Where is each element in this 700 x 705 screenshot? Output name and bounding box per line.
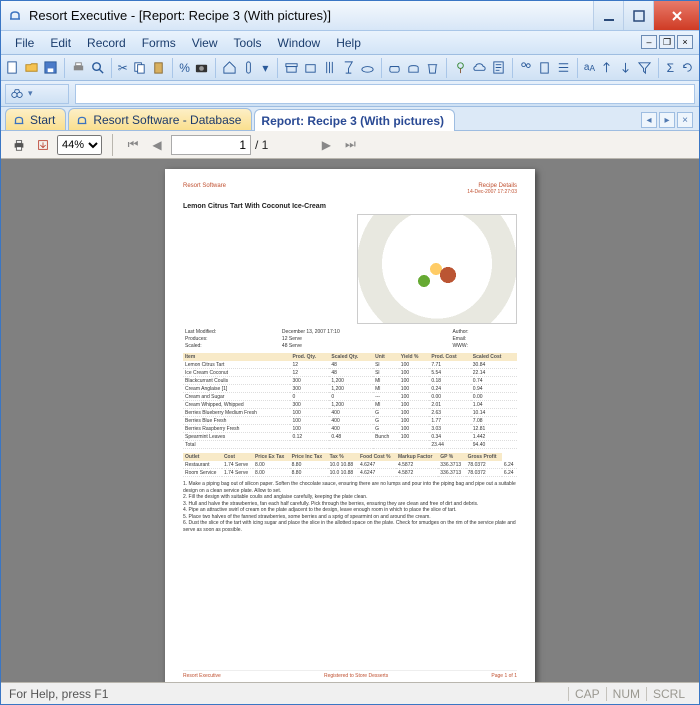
mdi-close[interactable]: × — [677, 35, 693, 49]
tab-label: Start — [30, 113, 55, 127]
report-viewport[interactable]: Resort Software Recipe Details 14-Dec-20… — [1, 159, 699, 682]
status-bar: For Help, press F1 CAP NUM SCRL — [1, 682, 699, 704]
menu-tools[interactable]: Tools — [226, 34, 270, 52]
main-toolbar: ✂ % ▾ aA Σ — [1, 55, 699, 81]
tab-database[interactable]: Resort Software - Database — [68, 108, 252, 130]
zoom-select[interactable]: 44% — [57, 135, 102, 155]
next-page-icon[interactable]: ▶ — [316, 135, 336, 155]
menu-view[interactable]: View — [184, 34, 226, 52]
mdi-minimize[interactable]: – — [641, 35, 657, 49]
note-icon[interactable] — [491, 58, 506, 78]
tab-start[interactable]: Start — [5, 108, 66, 130]
sort-desc-icon[interactable] — [618, 58, 633, 78]
print-icon[interactable] — [9, 135, 29, 155]
page-count-label: / 1 — [255, 138, 268, 152]
report-footer-left: Resort Executive — [183, 673, 221, 679]
close-button[interactable] — [653, 1, 699, 30]
tab-close-icon[interactable]: × — [677, 112, 693, 128]
num-indicator: NUM — [606, 687, 646, 701]
percent-icon[interactable]: % — [179, 58, 190, 78]
report-meta: Last Modified:December 13, 2007 17:10Aut… — [183, 328, 517, 349]
last-page-icon[interactable]: ⏭ — [340, 135, 360, 155]
recipe-photo — [357, 214, 517, 324]
binoculars-icon[interactable]: ▾ — [5, 84, 69, 104]
open-icon[interactable] — [24, 58, 39, 78]
mdi-window-controls: – ❐ × — [641, 35, 693, 49]
menu-file[interactable]: File — [7, 34, 42, 52]
archive-icon[interactable] — [284, 58, 299, 78]
menu-record[interactable]: Record — [79, 34, 134, 52]
new-icon[interactable] — [5, 58, 20, 78]
tab-nav: ◂ ▸ × — [641, 112, 693, 128]
menu-forms[interactable]: Forms — [134, 34, 184, 52]
sum-icon[interactable]: Σ — [665, 58, 676, 78]
cap-indicator: CAP — [568, 687, 606, 701]
refresh-icon[interactable] — [680, 58, 695, 78]
building-icon[interactable] — [537, 58, 552, 78]
page-number-input[interactable] — [171, 135, 251, 155]
mdi-restore[interactable]: ❐ — [659, 35, 675, 49]
prev-page-icon[interactable]: ◀ — [147, 135, 167, 155]
outlet-table: OutletCostPrice Ex TaxPrice Inc TaxTax %… — [183, 453, 517, 477]
search-toolbar: ▾ — [1, 81, 699, 107]
dropdown-icon[interactable]: ▾ — [260, 58, 271, 78]
menu-bar: File Edit Record Forms View Tools Window… — [1, 31, 699, 55]
font-size-icon[interactable]: aA — [584, 58, 595, 78]
report-footer-right: Page 1 of 1 — [491, 673, 517, 679]
bottle-icon[interactable] — [241, 58, 256, 78]
title-bar: Resort Executive - [Report: Recipe 3 (Wi… — [1, 1, 699, 31]
home-icon[interactable] — [222, 58, 237, 78]
report-page: Resort Software Recipe Details 14-Dec-20… — [165, 169, 535, 682]
plate-icon[interactable] — [360, 58, 375, 78]
export-icon[interactable] — [33, 135, 53, 155]
report-footer-mid: Registered to Store Desserts — [324, 673, 388, 679]
scrl-indicator: SCRL — [646, 687, 691, 701]
tab-report[interactable]: Report: Recipe 3 (With pictures) — [254, 109, 455, 131]
report-title: Lemon Citrus Tart With Coconut Ice-Cream — [183, 203, 517, 210]
search-input[interactable] — [75, 84, 695, 104]
hat-icon — [75, 113, 89, 127]
people-icon[interactable] — [518, 58, 533, 78]
menu-edit[interactable]: Edit — [42, 34, 79, 52]
copy-icon[interactable] — [132, 58, 147, 78]
maximize-button[interactable] — [623, 1, 653, 30]
cut-icon[interactable]: ✂ — [117, 58, 128, 78]
save-icon[interactable] — [43, 58, 58, 78]
glass-icon[interactable] — [341, 58, 356, 78]
filter-icon[interactable] — [637, 58, 652, 78]
tab-label: Resort Software - Database — [93, 113, 241, 127]
tab-prev-icon[interactable]: ◂ — [641, 112, 657, 128]
paste-icon[interactable] — [151, 58, 166, 78]
report-header-date: 14-Dec-2007 17:27:03 — [467, 189, 517, 195]
tab-next-icon[interactable]: ▸ — [659, 112, 675, 128]
box-icon[interactable] — [303, 58, 318, 78]
cutlery-icon[interactable] — [322, 58, 337, 78]
cake-icon[interactable] — [406, 58, 421, 78]
window-title: Resort Executive - [Report: Recipe 3 (Wi… — [29, 8, 593, 23]
cloud-icon[interactable] — [472, 58, 487, 78]
camera-icon[interactable] — [194, 58, 209, 78]
tab-bar: Start Resort Software - Database Report:… — [1, 107, 699, 131]
pot-icon[interactable] — [387, 58, 402, 78]
app-icon — [7, 8, 23, 24]
tree-icon[interactable] — [453, 58, 468, 78]
report-toolbar: 44% ⏮ ◀ / 1 ▶ ⏭ — [1, 131, 699, 159]
instructions: 1. Make a piping bag out of silicon pape… — [183, 481, 517, 533]
preview-icon[interactable] — [90, 58, 105, 78]
first-page-icon[interactable]: ⏮ — [123, 135, 143, 155]
ingredients-table: ItemProd. Qty.Scaled Qty.UnitYield %Prod… — [183, 353, 517, 449]
menu-help[interactable]: Help — [328, 34, 369, 52]
trash-icon[interactable] — [425, 58, 440, 78]
list-icon[interactable] — [556, 58, 571, 78]
status-message: For Help, press F1 — [9, 687, 568, 701]
tab-label: Report: Recipe 3 (With pictures) — [261, 114, 444, 128]
minimize-button[interactable] — [593, 1, 623, 30]
menu-window[interactable]: Window — [270, 34, 329, 52]
hat-icon — [12, 113, 26, 127]
report-header-left: Resort Software — [183, 183, 226, 189]
sort-asc-icon[interactable] — [599, 58, 614, 78]
print-icon[interactable] — [71, 58, 86, 78]
